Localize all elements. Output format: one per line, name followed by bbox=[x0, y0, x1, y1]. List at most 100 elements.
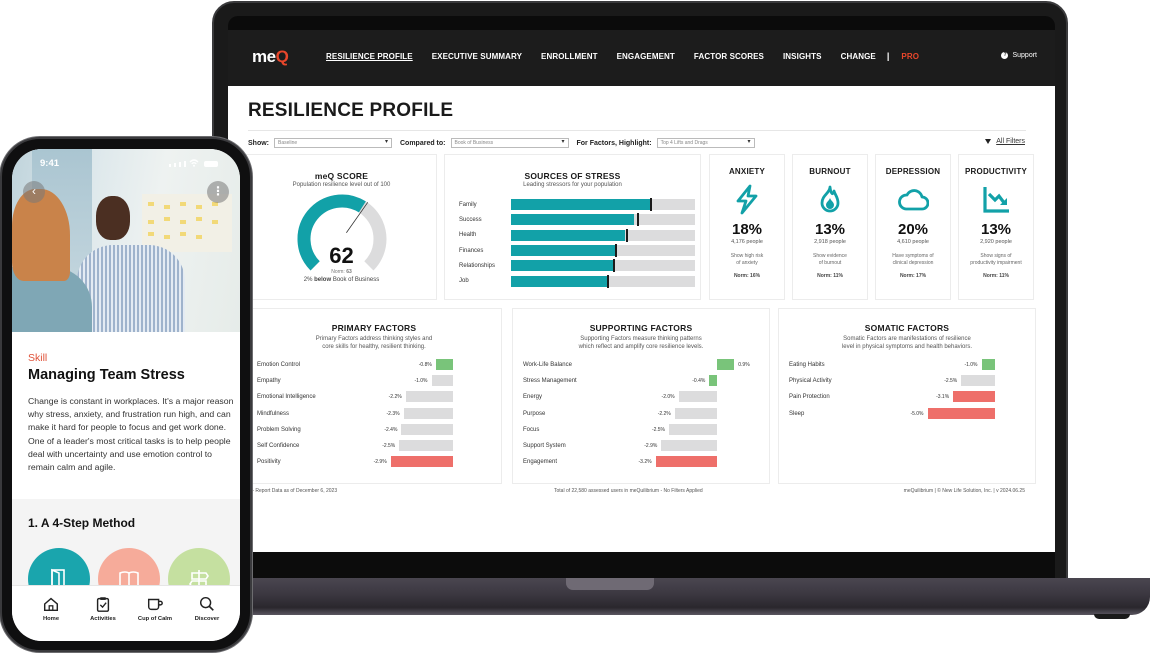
factor-label: Support System bbox=[523, 442, 566, 449]
divider bbox=[248, 130, 1026, 131]
skill-title: Managing Team Stress bbox=[28, 367, 185, 383]
nav-enrollment[interactable]: ENROLLMENT bbox=[541, 52, 598, 61]
status-time: 9:41 bbox=[40, 158, 60, 169]
stress-norm-marker bbox=[607, 274, 610, 288]
stress-norm-marker bbox=[612, 259, 615, 273]
more-options-button[interactable]: ⋮ bbox=[207, 181, 229, 203]
factor-label: Energy bbox=[523, 394, 543, 401]
kpi-desc-line: of anxiety bbox=[736, 260, 758, 266]
tab-home[interactable]: Home bbox=[25, 595, 77, 622]
all-filters-link[interactable]: All Filters bbox=[985, 138, 1025, 145]
kpi-people: 4,610 people bbox=[897, 239, 929, 245]
factor-bar bbox=[678, 391, 717, 403]
factor-row: Pain Protection -3.1% bbox=[789, 391, 1025, 407]
factor-bar bbox=[431, 375, 453, 387]
cloud-icon bbox=[898, 189, 929, 211]
factor-value: -0.4% bbox=[692, 378, 706, 385]
factor-bar bbox=[717, 359, 735, 370]
kpi-desc-line: Show evidence bbox=[813, 253, 847, 259]
support-link[interactable]: ? Support bbox=[1001, 52, 1037, 59]
factor-row: Energy -2.0% bbox=[523, 391, 759, 407]
dashboard: RESILIENCE PROFILE Show: Baseline Compar… bbox=[228, 86, 1055, 552]
factor-bar bbox=[981, 359, 995, 370]
factor-bar bbox=[405, 391, 453, 403]
stress-norm-marker bbox=[614, 244, 617, 258]
factor-row: Sleep -5.0% bbox=[789, 407, 1025, 424]
factor-label: Work-Life Balance bbox=[523, 362, 572, 368]
kpi-card-anxiety: ANXIETY 18% 4,176 people Show high risk of a… bbox=[709, 154, 785, 300]
factor-bar bbox=[661, 439, 717, 451]
nav-resilience-profile[interactable]: RESILIENCE PROFILE bbox=[326, 52, 413, 61]
supporting-factors-card: SUPPORTING FACTORS Supporting Factors me… bbox=[512, 308, 770, 484]
method-section: 1. A 4-Step Method bbox=[12, 499, 240, 610]
card-title: SUPPORTING FACTORS bbox=[589, 323, 693, 333]
meq-logo[interactable]: meQ bbox=[252, 47, 289, 67]
method-title: 1. A 4-Step Method bbox=[28, 516, 136, 530]
factor-value: 0.9% bbox=[738, 362, 750, 368]
show-select[interactable]: Baseline bbox=[274, 138, 392, 148]
factor-value: -2.2% bbox=[388, 394, 402, 401]
kpi-desc-line: Show signs of bbox=[980, 253, 1012, 259]
stress-bar-chart: Family Success Health Finances Relationships… bbox=[459, 197, 695, 289]
kpi-people: 2,920 people bbox=[980, 239, 1012, 245]
hero-photo bbox=[12, 149, 240, 332]
score-value: 62 bbox=[329, 243, 354, 268]
somatic-factors-card: SOMATIC FACTORS Somatic Factors are mani… bbox=[778, 308, 1036, 484]
kpi-value: 20% bbox=[897, 221, 929, 238]
all-filters-label: All Filters bbox=[996, 138, 1025, 145]
stress-track bbox=[510, 228, 695, 242]
tab-label: Activities bbox=[90, 616, 116, 622]
stress-track bbox=[510, 213, 695, 227]
stress-norm-marker bbox=[625, 228, 628, 242]
kpi-description: Show evidence of burnout bbox=[793, 253, 867, 267]
factor-bar bbox=[399, 439, 453, 451]
nav-factor-scores[interactable]: FACTOR SCORES bbox=[694, 52, 764, 61]
highlight-select[interactable]: Top 4 Lifts and Drags bbox=[656, 138, 755, 148]
stress-track bbox=[510, 244, 695, 258]
stress-label: Success bbox=[459, 216, 482, 223]
tab-discover[interactable]: Discover bbox=[181, 595, 233, 622]
skill-tag: Skill bbox=[28, 352, 48, 364]
nav-engagement[interactable]: ENGAGEMENT bbox=[617, 52, 675, 61]
kpi-card-burnout: BURNOUT 13% 2,918 people Show evidence of bu… bbox=[792, 154, 868, 300]
factor-label: Purpose bbox=[523, 410, 546, 417]
compare-select[interactable]: Book of Business bbox=[450, 138, 569, 148]
tab-cup-of-calm[interactable]: Cup of Calm bbox=[129, 595, 181, 622]
nav-executive-summary[interactable]: EXECUTIVE SUMMARY bbox=[432, 52, 522, 61]
card-title: PRIMARY FACTORS bbox=[331, 323, 417, 333]
factor-label: Focus bbox=[523, 426, 540, 433]
battery-icon bbox=[204, 161, 218, 167]
factor-value: -1.0% bbox=[414, 378, 428, 385]
tab-label: Discover bbox=[194, 616, 220, 622]
nav-insights[interactable]: INSIGHTS bbox=[783, 52, 822, 61]
factor-row: Emotion Control -0.8% bbox=[257, 359, 491, 375]
footer-copyright: meQuilibrium | © New Life Solution, Inc.… bbox=[903, 488, 1025, 494]
factor-row: Positivity -2.9% bbox=[257, 456, 491, 472]
nav-change[interactable]: CHANGE bbox=[841, 52, 876, 61]
factor-value: -1.0% bbox=[964, 362, 978, 368]
factor-value: -2.9% bbox=[644, 442, 658, 449]
kpi-title: PRODUCTIVITY bbox=[965, 167, 1027, 176]
signal-icon bbox=[169, 164, 171, 167]
nav-separator: | bbox=[886, 51, 890, 61]
laptop-base bbox=[232, 578, 1150, 619]
stress-bar bbox=[510, 260, 614, 272]
factor-bar bbox=[401, 423, 453, 435]
factor-bar bbox=[655, 456, 717, 468]
meq-score-card: meQ SCORE Population resilience level ou… bbox=[246, 154, 437, 300]
factor-value: -2.2% bbox=[657, 410, 671, 417]
kpi-value: 18% bbox=[731, 221, 763, 238]
kpi-norm: Norm: 17% bbox=[899, 273, 927, 279]
back-button[interactable]: ‹ bbox=[23, 181, 45, 203]
supporting-factors-chart: Work-Life Balance 0.9% Stress Management -0… bbox=[523, 359, 759, 472]
stress-row: Family bbox=[459, 197, 695, 212]
kpi-card-productivity: PRODUCTIVITY 13% 2,920 people Show signs of… bbox=[958, 154, 1034, 300]
factor-label: Mindfulness bbox=[257, 410, 290, 417]
nav-pro[interactable]: PRO bbox=[901, 52, 919, 61]
factor-row: Self Confidence -2.5% bbox=[257, 439, 491, 456]
factor-label: Physical Activity bbox=[789, 378, 832, 385]
factor-bar bbox=[669, 423, 717, 435]
tab-activities[interactable]: Activities bbox=[77, 595, 129, 622]
tab-label: Home bbox=[42, 616, 60, 622]
stress-track bbox=[510, 259, 695, 273]
